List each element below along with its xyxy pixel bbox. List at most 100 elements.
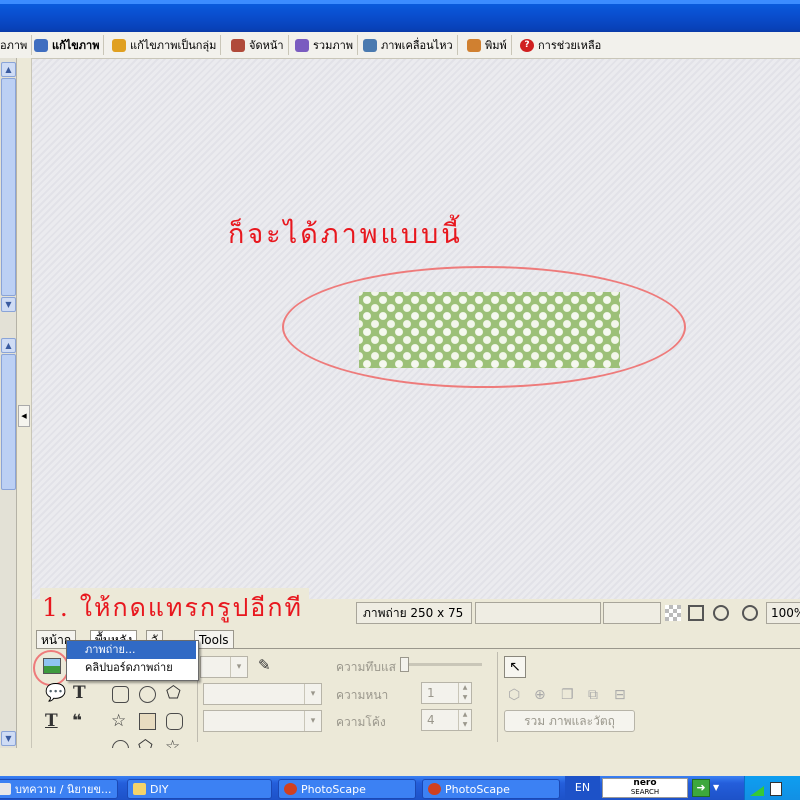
scroll-up-button[interactable]: ▲ — [1, 338, 16, 353]
add-object-icon[interactable]: ⊕ — [534, 686, 546, 704]
fit-screen-icon[interactable] — [688, 605, 704, 621]
tab-animated-gif[interactable]: ภาพเคลื่อนไหว — [360, 35, 458, 55]
object-icon[interactable]: ⬡ — [508, 686, 520, 704]
tab-tools[interactable]: Tools — [194, 630, 234, 649]
taskbar-item-photoscape[interactable]: PhotoScape — [422, 779, 560, 799]
rounded-rect-icon[interactable] — [112, 686, 129, 703]
pentagon-icon[interactable]: ⬠ — [166, 684, 181, 702]
tab-label: จัดหน้า — [249, 39, 284, 52]
inserted-photo[interactable] — [359, 292, 620, 368]
taskbar-item-label: DIY — [150, 783, 169, 796]
eyedropper-icon[interactable]: ✎ — [258, 656, 271, 674]
taskbar-item-browser[interactable]: บทความ / นิยายข... — [0, 779, 118, 799]
text-icon[interactable]: T — [73, 684, 86, 702]
zoom-level[interactable]: 100% — [766, 602, 800, 624]
select-arrow-icon[interactable]: ↖ — [504, 656, 526, 678]
text-outline-icon[interactable]: T — [45, 712, 58, 730]
quote-icon[interactable]: ❝ — [72, 712, 82, 730]
tab-label: อภาพ — [0, 39, 28, 52]
taskbar-item-label: บทความ / นิยายข... — [15, 783, 112, 796]
roundness-value: 4 — [427, 713, 435, 727]
language-indicator[interactable]: EN — [565, 776, 600, 800]
line-style-dropdown[interactable]: ▾ — [203, 683, 322, 705]
merge-button[interactable]: รวม ภาพและวัตถุ — [504, 710, 635, 732]
thickness-value: 1 — [427, 686, 435, 700]
opacity-slider-thumb[interactable] — [400, 657, 409, 672]
status-box — [475, 602, 601, 624]
dropdown-arrow-icon[interactable]: ▼ — [713, 780, 727, 796]
taskbar-item-label: PhotoScape — [301, 783, 366, 796]
opacity-label: ความทึบแส — [336, 660, 396, 674]
print-icon — [467, 38, 481, 52]
thickness-stepper[interactable]: 1 ▲ ▼ — [421, 682, 472, 704]
nero-logo-text: nero — [633, 778, 657, 788]
menu-item-clipboard-photo[interactable]: คลิปบอร์ดภาพถ่าย — [67, 659, 196, 677]
menu-item-photo[interactable]: ภาพถ่าย... — [67, 641, 196, 659]
divider — [497, 652, 498, 742]
nero-search-box[interactable]: nero SEARCH — [602, 778, 688, 798]
batch-editor-icon — [112, 38, 126, 52]
page-icon — [231, 38, 245, 52]
tab-label: พิมพ์ — [485, 39, 507, 52]
tab-label: การช่วยเหลือ — [538, 39, 602, 52]
annotation-circle — [33, 650, 69, 686]
photoscape-icon — [284, 783, 297, 795]
animated-gif-icon — [363, 38, 377, 52]
speech-balloon-icon[interactable]: 💬 — [45, 684, 66, 702]
tab-print[interactable]: พิมพ์ — [464, 35, 512, 55]
border-style-dropdown[interactable]: ▾ — [203, 710, 322, 732]
image-size-status: ภาพถ่าย 250 x 75 — [356, 602, 472, 624]
copy-object-icon[interactable]: ❐ — [561, 686, 574, 704]
window-title-bar — [0, 0, 800, 32]
scrollbar-thumb[interactable] — [1, 354, 16, 490]
tab-label: รวมภาพ — [313, 39, 354, 52]
actual-size-icon[interactable] — [713, 605, 729, 621]
combine-icon — [295, 38, 309, 52]
square-icon[interactable] — [139, 713, 156, 730]
go-arrow-icon[interactable]: ➜ — [692, 779, 710, 797]
scroll-down-button[interactable]: ▼ — [1, 297, 16, 312]
tab-label: แก้ไขภาพ — [52, 39, 100, 52]
group-object-icon[interactable]: ⧉ — [588, 686, 598, 704]
annotation-bottom-caption: 1. ให้กดแทรกรูปอีกที — [40, 588, 309, 628]
tab-label: ภาพเคลื่อนไหว — [381, 39, 453, 52]
delete-object-icon[interactable]: ⊟ — [614, 686, 626, 704]
tab-combine[interactable]: รวมภาพ — [292, 35, 359, 55]
tab-help[interactable]: ? การช่วยเหลือ — [517, 35, 605, 55]
circle-icon[interactable] — [139, 686, 156, 703]
tab-page[interactable]: จัดหน้า — [228, 35, 289, 55]
annotation-top-caption: ก็จะได้ภาพแบบนี้ — [228, 219, 463, 250]
signal-icon[interactable] — [750, 784, 764, 796]
zoom-icon[interactable] — [742, 605, 758, 621]
nero-sub-text: SEARCH — [630, 788, 660, 796]
photoscape-icon — [428, 783, 441, 795]
collapse-panel-arrow-icon[interactable]: ◀ — [18, 405, 30, 427]
panel-splitter[interactable] — [17, 58, 32, 748]
folder-icon — [133, 783, 146, 795]
taskbar-item-folder[interactable]: DIY — [127, 779, 272, 799]
scrollbar-thumb[interactable] — [1, 78, 16, 296]
editor-icon — [34, 38, 48, 52]
roundness-stepper[interactable]: 4 ▲ ▼ — [421, 709, 472, 731]
title-bar-highlight — [0, 0, 800, 4]
tab-viewer[interactable]: อภาพ — [0, 35, 33, 55]
tray-app-icon[interactable] — [770, 782, 782, 796]
tab-label: แก้ไขภาพเป็นกลุ่ม — [130, 39, 217, 52]
thickness-label: ความหนา — [336, 688, 389, 702]
star-icon[interactable]: ☆ — [111, 712, 126, 730]
opacity-slider-track[interactable] — [400, 663, 482, 666]
checkerboard-icon[interactable] — [665, 605, 681, 621]
taskbar-item-photoscape[interactable]: PhotoScape — [278, 779, 416, 799]
tab-batch-editor[interactable]: แก้ไขภาพเป็นกลุ่ม — [109, 35, 222, 55]
scroll-up-button[interactable]: ▲ — [1, 62, 16, 77]
color-dropdown[interactable]: ▾ — [200, 656, 248, 678]
scroll-down-button[interactable]: ▼ — [1, 731, 16, 746]
help-icon: ? — [520, 38, 534, 52]
rounded-square-icon[interactable] — [166, 713, 183, 730]
tab-editor[interactable]: แก้ไขภาพ — [31, 35, 105, 55]
window-bottom-border — [0, 748, 800, 776]
status-box — [603, 602, 661, 624]
browser-icon — [0, 783, 11, 795]
taskbar-item-label: PhotoScape — [445, 783, 510, 796]
roundness-label: ความโค้ง — [336, 715, 386, 729]
